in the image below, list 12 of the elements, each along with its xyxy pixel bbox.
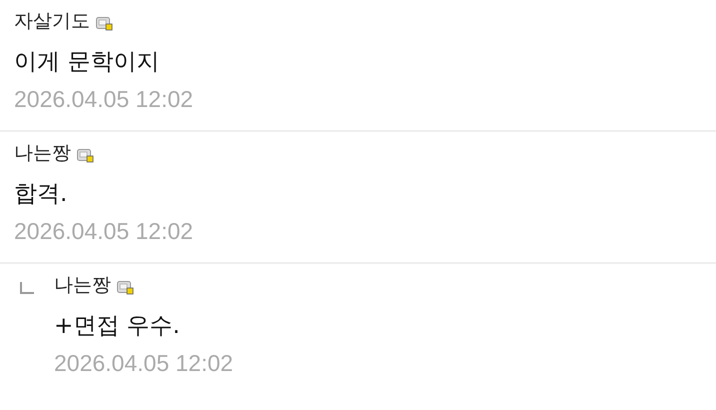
member-icon (77, 148, 94, 162)
member-icon (96, 16, 113, 30)
author-name[interactable]: 나는짱 (54, 272, 111, 298)
comment-text: +면접 우수. (54, 312, 181, 341)
comment-text: 합격. (14, 180, 68, 209)
comment-text: 이게 문학이지 (14, 48, 160, 77)
author-name[interactable]: 자살기도 (14, 8, 90, 34)
comment-date: 2026.04.05 12:02 (54, 350, 234, 377)
comment-date: 2026.04.05 12:02 (14, 218, 194, 245)
author-name[interactable]: 나는짱 (14, 140, 71, 166)
comment-date: 2026.04.05 12:02 (14, 86, 194, 113)
member-icon (117, 280, 134, 294)
